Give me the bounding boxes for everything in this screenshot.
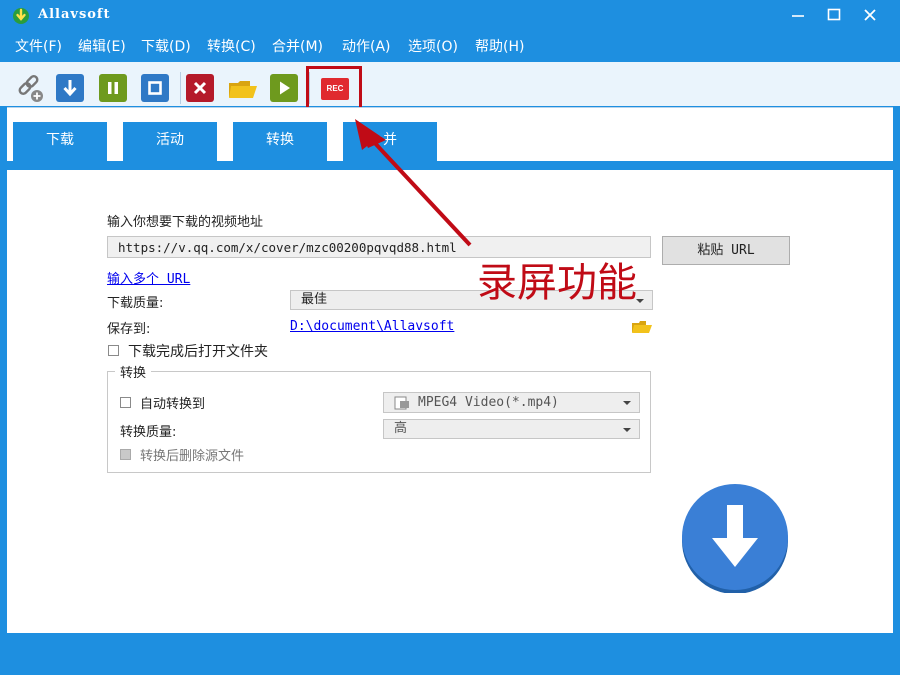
app-window: Allavsoft 文件(F) 编辑(E) 下载(D) 转换(C) 合并(M) … [0,0,900,675]
annotation-label: 录屏功能 [477,250,637,308]
annotation-arrow [0,0,900,675]
